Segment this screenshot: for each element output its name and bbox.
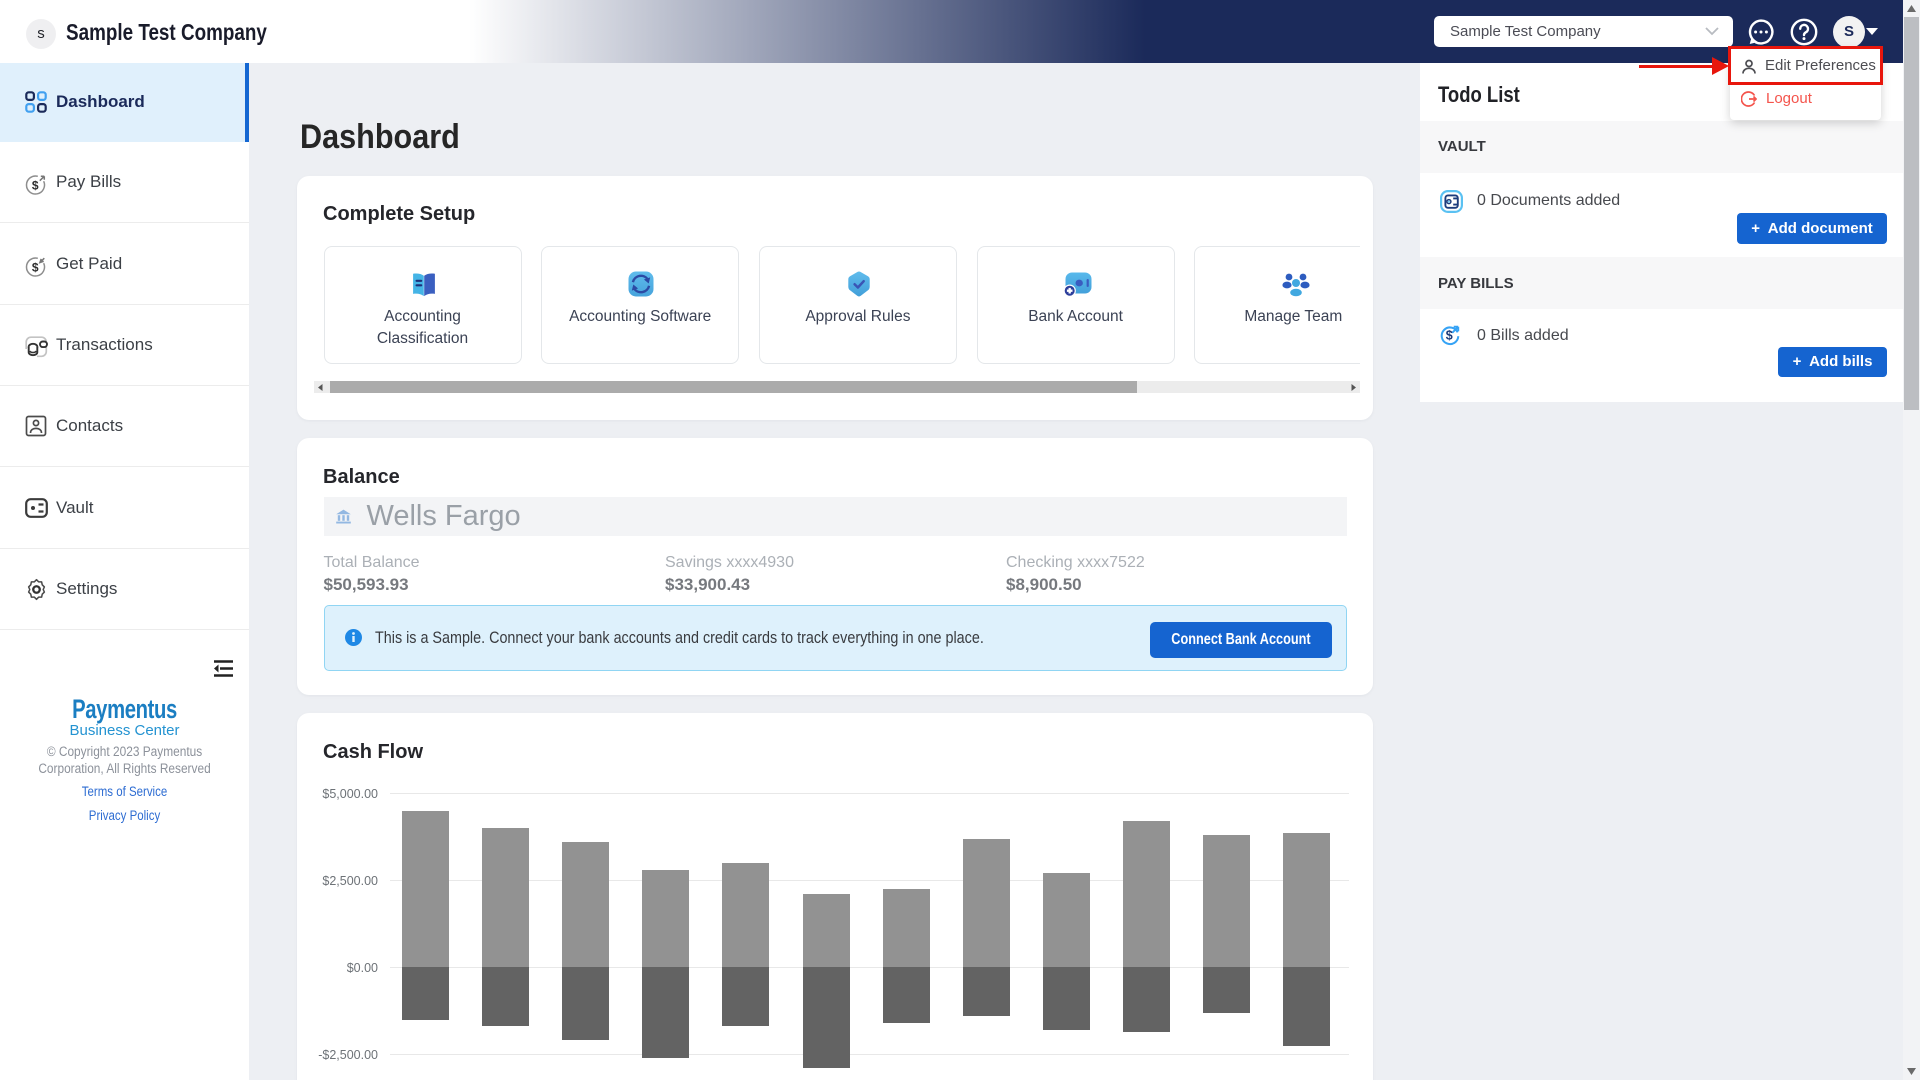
svg-text:$: $ [32, 178, 39, 192]
svg-text:$: $ [1446, 329, 1453, 343]
svg-text:$: $ [32, 260, 39, 274]
